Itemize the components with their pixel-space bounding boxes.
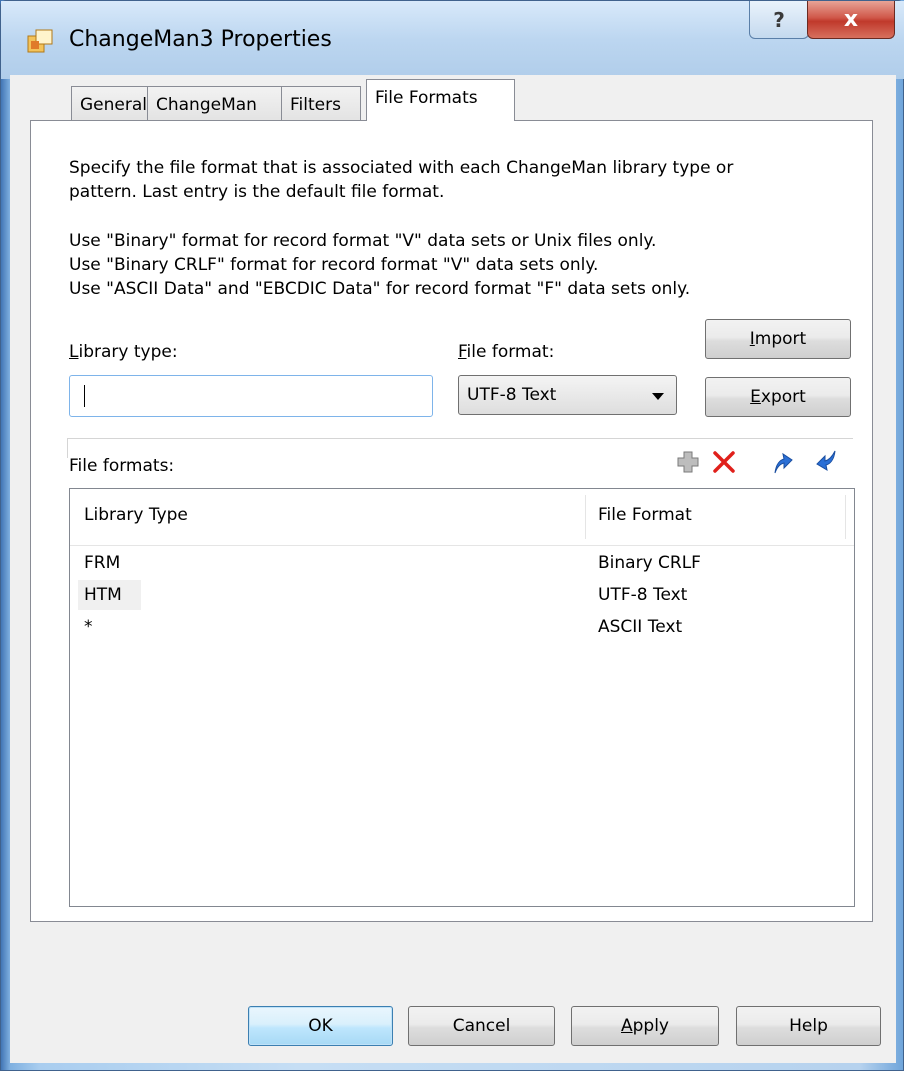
row-3-file-format[interactable]: ASCII Text xyxy=(598,617,682,637)
tab-filters[interactable]: Filters xyxy=(281,86,361,121)
window-title: ChangeMan3 Properties xyxy=(69,27,332,52)
chevron-down-icon xyxy=(652,393,664,400)
move-up-icon[interactable] xyxy=(769,449,795,475)
description-line-2: pattern. Last entry is the default file … xyxy=(69,182,445,202)
description-line-3: Use "Binary" format for record format "V… xyxy=(69,231,657,251)
file-format-selected: UTF-8 Text xyxy=(467,385,557,405)
properties-dialog: ChangeMan3 Properties ? x General Change… xyxy=(0,0,904,1071)
apply-button[interactable]: Apply xyxy=(571,1006,719,1046)
description-line-5: Use "ASCII Data" and "EBCDIC Data" for r… xyxy=(69,279,691,299)
text-caret xyxy=(84,385,85,407)
divider-left xyxy=(67,438,68,458)
row-1-file-format[interactable]: Binary CRLF xyxy=(598,553,701,573)
list-header: Library Type File Format xyxy=(70,489,854,546)
tab-general[interactable]: General xyxy=(71,86,148,121)
column-divider[interactable] xyxy=(585,495,586,539)
file-formats-list-label: File formats: xyxy=(69,456,175,476)
library-type-label: Library type: xyxy=(69,342,178,362)
export-button[interactable]: Export xyxy=(705,377,851,417)
row-2-file-format[interactable]: UTF-8 Text xyxy=(598,585,687,605)
help-title-button[interactable]: ? xyxy=(749,1,809,39)
row-2-library-type[interactable]: HTM xyxy=(84,585,122,605)
cancel-button[interactable]: Cancel xyxy=(408,1006,555,1046)
row-1-library-type[interactable]: FRM xyxy=(84,553,120,573)
description-line-1: Specify the file format that is associat… xyxy=(69,158,734,178)
title-bar[interactable]: ChangeMan3 Properties ? x xyxy=(1,1,904,79)
file-format-select[interactable]: UTF-8 Text xyxy=(458,375,677,415)
ok-button[interactable]: OK xyxy=(248,1006,393,1046)
divider xyxy=(67,438,853,439)
delete-icon[interactable] xyxy=(711,449,737,475)
column-divider[interactable] xyxy=(845,495,846,539)
column-file-format[interactable]: File Format xyxy=(598,505,692,525)
file-format-label: File format: xyxy=(458,342,555,362)
tab-changeman[interactable]: ChangeMan xyxy=(147,86,282,121)
library-type-input[interactable] xyxy=(69,375,433,417)
help-button[interactable]: Help xyxy=(736,1006,881,1046)
file-formats-list[interactable]: Library Type File Format FRM Binary CRLF… xyxy=(69,488,855,907)
column-library-type[interactable]: Library Type xyxy=(84,505,188,525)
description-line-4: Use "Binary CRLF" format for record form… xyxy=(69,255,599,275)
app-icon xyxy=(27,29,53,53)
close-button[interactable]: x xyxy=(807,1,895,39)
move-down-icon[interactable] xyxy=(813,449,839,475)
import-button[interactable]: Import xyxy=(705,319,851,359)
tab-file-formats[interactable]: File Formats xyxy=(366,79,515,121)
add-icon[interactable] xyxy=(675,449,701,475)
row-3-library-type[interactable]: * xyxy=(84,617,93,637)
